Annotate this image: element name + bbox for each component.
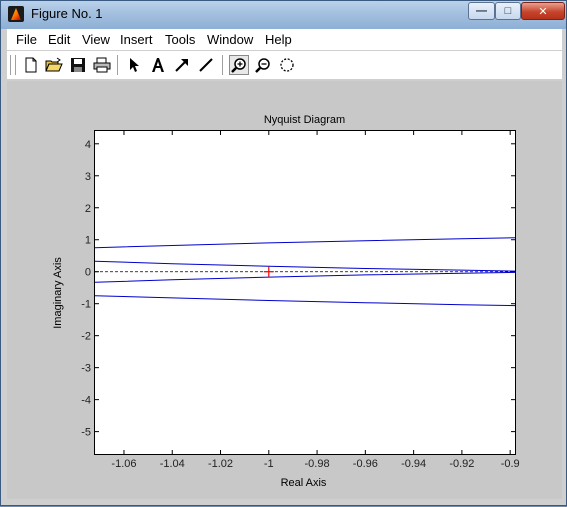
y-tick-label: -2 <box>81 331 91 343</box>
x-tick-label: -0.92 <box>449 458 474 470</box>
x-tick-label: -1.02 <box>208 458 233 470</box>
x-tick-label: -0.96 <box>353 458 378 470</box>
y-axis-label: Imaginary Axis <box>52 257 64 329</box>
x-tick-label: -1 <box>264 458 274 470</box>
y-tick-label: 1 <box>85 235 91 247</box>
x-tick-label: -1.04 <box>160 458 185 470</box>
y-tick-label: -3 <box>81 363 91 375</box>
nyquist-curve-4 <box>94 271 516 283</box>
y-tick-label: -4 <box>81 395 91 407</box>
nyquist-curve-1 <box>94 237 516 249</box>
figure-window: Figure No. 1 — □ ✕ File Edit View Insert… <box>0 0 567 506</box>
y-tick-label: -1 <box>81 299 91 311</box>
x-tick-label: -1.06 <box>111 458 136 470</box>
x-tick-label: -0.9 <box>501 458 520 470</box>
y-tick-label: 0 <box>85 267 91 279</box>
y-tick-label: 4 <box>85 139 91 151</box>
y-tick-label: -5 <box>81 427 91 439</box>
nyquist-curve-2 <box>94 295 516 307</box>
x-tick-label: -0.94 <box>401 458 426 470</box>
nyquist-plot: -1.06 -1.04 -1.02 -1 -0.98 -0.96 -0.94 -0.92 -0.… <box>81 131 520 470</box>
x-axis-label: Real Axis <box>280 477 327 489</box>
y-tick-label: 2 <box>85 203 91 215</box>
y-tick-label: 3 <box>85 171 91 183</box>
x-tick-label: -0.98 <box>305 458 330 470</box>
nyquist-curve-3 <box>94 260 516 272</box>
